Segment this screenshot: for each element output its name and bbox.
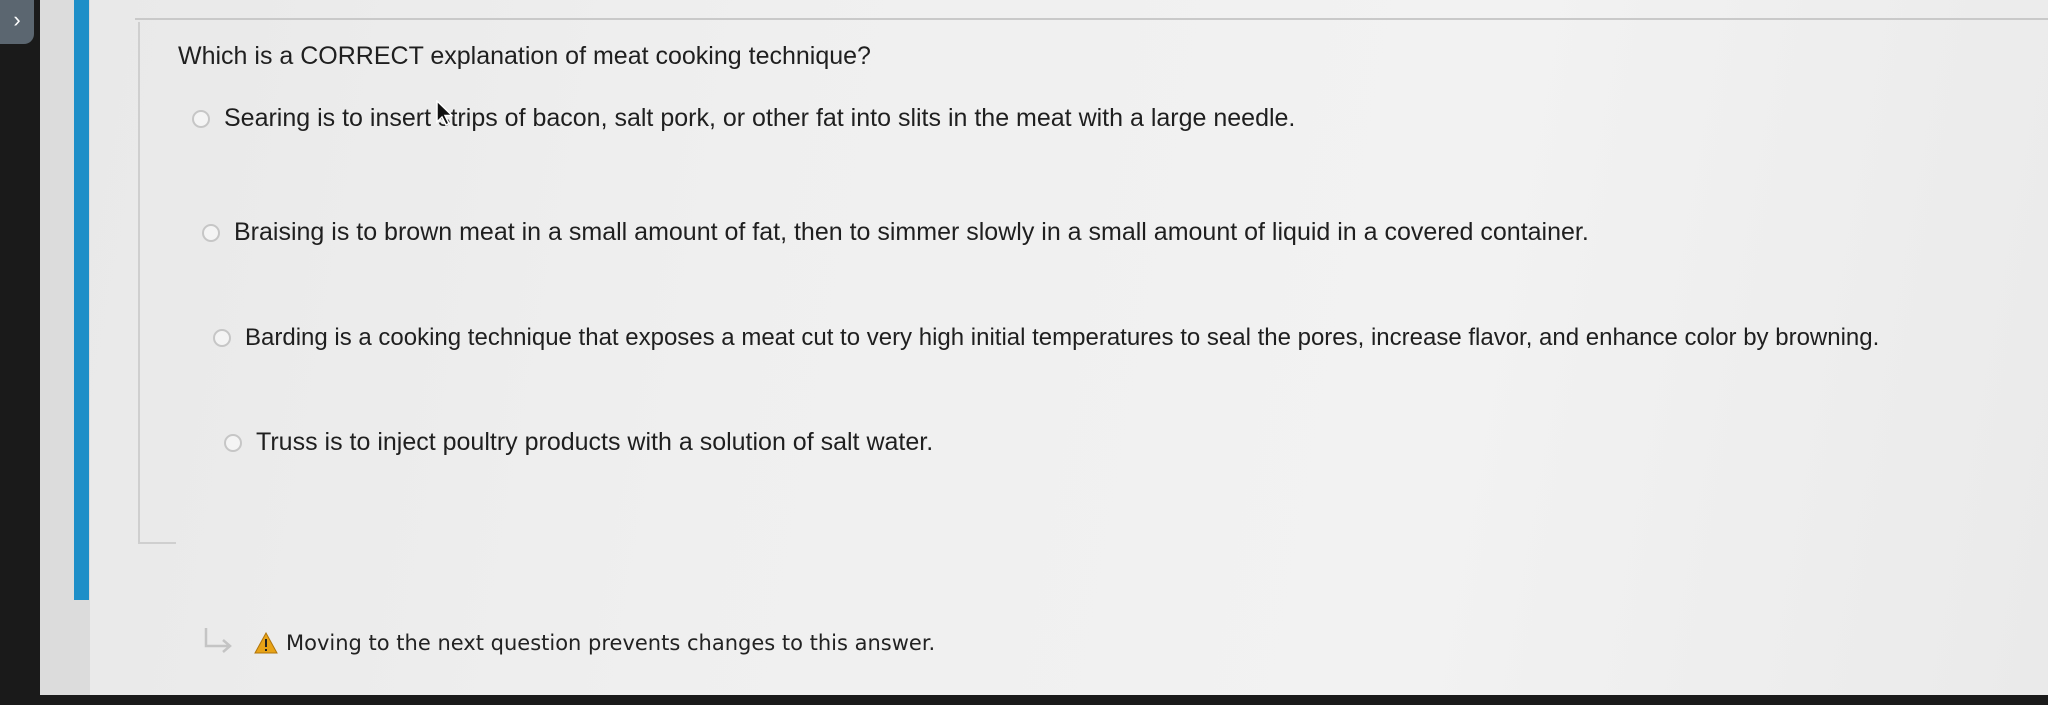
- answer-option-2[interactable]: Braising is to brown meat in a small amo…: [202, 218, 1589, 247]
- accent-bar: [74, 0, 89, 600]
- radio-button[interactable]: [192, 109, 210, 128]
- expand-nav-button[interactable]: ›: [0, 0, 34, 44]
- return-arrow-icon: [204, 628, 232, 653]
- screen-bezel: [0, 0, 40, 705]
- warning-icon: [254, 632, 278, 654]
- radio-button[interactable]: [224, 433, 242, 452]
- chevron-right-icon: ›: [13, 7, 21, 32]
- mouse-cursor-icon: [436, 100, 454, 126]
- quiz-screen: › Which is a CORRECT explanation of meat…: [0, 0, 2048, 705]
- answer-option-3[interactable]: Barding is a cooking technique that expo…: [213, 324, 1879, 352]
- radio-button[interactable]: [202, 223, 220, 242]
- answer-option-label[interactable]: Searing is to insert strips of bacon, sa…: [224, 104, 1295, 133]
- answer-option-label[interactable]: Truss is to inject poultry products with…: [256, 428, 933, 457]
- screen-bottom-bezel: [0, 695, 2048, 705]
- navigation-warning: Moving to the next question prevents cha…: [254, 631, 935, 655]
- answer-option-label[interactable]: Braising is to brown meat in a small amo…: [234, 218, 1589, 247]
- answer-option-label[interactable]: Barding is a cooking technique that expo…: [245, 324, 1879, 352]
- question-prompt: Which is a CORRECT explanation of meat c…: [178, 42, 871, 70]
- answer-option-1[interactable]: Searing is to insert strips of bacon, sa…: [192, 104, 1295, 133]
- divider: [135, 18, 2048, 20]
- answer-option-4[interactable]: Truss is to inject poultry products with…: [224, 428, 933, 457]
- question-frame: [138, 22, 176, 544]
- radio-button[interactable]: [213, 329, 231, 347]
- warning-text: Moving to the next question prevents cha…: [286, 631, 936, 655]
